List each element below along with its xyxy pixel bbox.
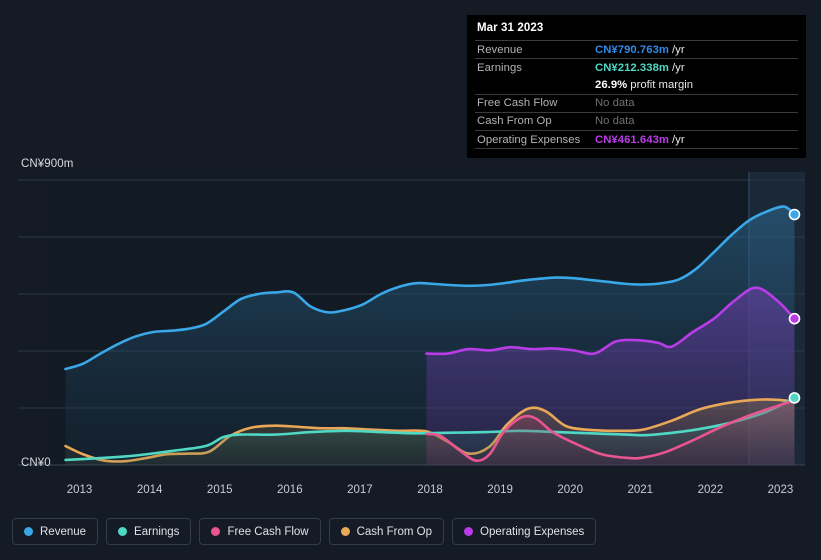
x-tick-2014: 2014 [136, 484, 163, 496]
tooltip-row: 26.9% profit margin [475, 76, 798, 93]
financial-chart: CN¥900m CN¥0 2013 2014 2015 2016 2017 2018 201… [0, 0, 821, 560]
legend-item-cash-from-op[interactable]: Cash From Op [328, 518, 445, 545]
tooltip-row-unit: /yr [672, 133, 685, 146]
x-tick-2020: 2020 [557, 484, 583, 496]
y-axis-max-label: CN¥900m [21, 158, 74, 170]
legend-item-operating-expenses[interactable]: Operating Expenses [452, 518, 597, 545]
legend-color-dot [24, 527, 33, 536]
legend-color-dot [211, 527, 221, 536]
x-tick-2015: 2015 [206, 484, 233, 496]
tooltip-row: Free Cash Flow No data [475, 93, 798, 112]
tooltip-date: Mar 31 2023 [477, 22, 544, 34]
tooltip-rows: Revenue CN¥790.763m/yr Earnings CN¥212.338m… [475, 40, 798, 148]
x-tick-2017: 2017 [347, 484, 373, 496]
legend-item-label: Revenue [40, 525, 87, 538]
tooltip-row-value: CN¥790.763m [595, 43, 670, 56]
tooltip-row-value: CN¥461.643m [595, 133, 670, 146]
x-tick-2018: 2018 [417, 484, 443, 496]
legend-item-label: Earnings [134, 525, 180, 538]
tooltip-row: Earnings CN¥212.338m/yr [475, 58, 798, 76]
tooltip-row-label: Free Cash Flow [477, 97, 558, 110]
tooltip-row-value: No data [595, 115, 635, 128]
legend-item-free-cash-flow[interactable]: Free Cash Flow [199, 518, 321, 545]
data-tooltip: Mar 31 2023 Revenue CN¥790.763m/yr Earning… [467, 15, 806, 159]
tooltip-row-value: CN¥212.338m [595, 61, 670, 74]
tooltip-row: Revenue CN¥790.763m/yr [475, 40, 798, 58]
tooltip-row-label: Revenue [477, 43, 523, 56]
x-axis: 2013 2014 2015 2016 2017 2018 2019 2020 2021 2022… [0, 484, 821, 500]
tooltip-row-unit: /yr [672, 61, 685, 74]
x-tick-2022: 2022 [697, 484, 724, 496]
tooltip-row-label: Earnings [477, 61, 522, 74]
chart-legend[interactable]: Revenue Earnings Free Cash Flow Cash From O… [12, 518, 597, 545]
tooltip-row-unit: /yr [672, 43, 685, 56]
endpoint-marker-revenue [788, 208, 801, 221]
tooltip-row-unit: profit margin [630, 78, 694, 91]
x-tick-2016: 2016 [277, 484, 303, 496]
legend-color-dot [340, 527, 350, 536]
tooltip-row-label: Cash From Op [477, 115, 552, 128]
legend-item-label: Free Cash Flow [227, 525, 309, 538]
tooltip-row-value: 26.9% [595, 78, 628, 91]
x-tick-2023: 2023 [767, 484, 794, 496]
x-tick-2019: 2019 [487, 484, 513, 496]
tooltip-row: Cash From Op No data [475, 111, 798, 130]
y-axis-zero-label: CN¥0 [21, 457, 51, 469]
legend-color-dot [118, 527, 128, 536]
legend-item-label: Cash From Op [356, 525, 433, 538]
tooltip-bottom-rule [475, 148, 798, 154]
legend-item-earnings[interactable]: Earnings [106, 518, 192, 545]
x-tick-2021: 2021 [627, 484, 654, 496]
x-tick-2013: 2013 [66, 484, 93, 496]
tooltip-row-value: No data [595, 97, 635, 110]
tooltip-row-label: Operating Expenses [477, 133, 581, 146]
endpoint-marker-earnings [788, 392, 801, 404]
legend-item-revenue[interactable]: Revenue [12, 518, 99, 545]
endpoint-marker-operating-expenses [788, 312, 801, 325]
legend-color-dot [464, 527, 474, 536]
tooltip-row: Operating Expenses CN¥461.643m/yr [475, 129, 798, 148]
legend-item-label: Operating Expenses [480, 525, 585, 538]
